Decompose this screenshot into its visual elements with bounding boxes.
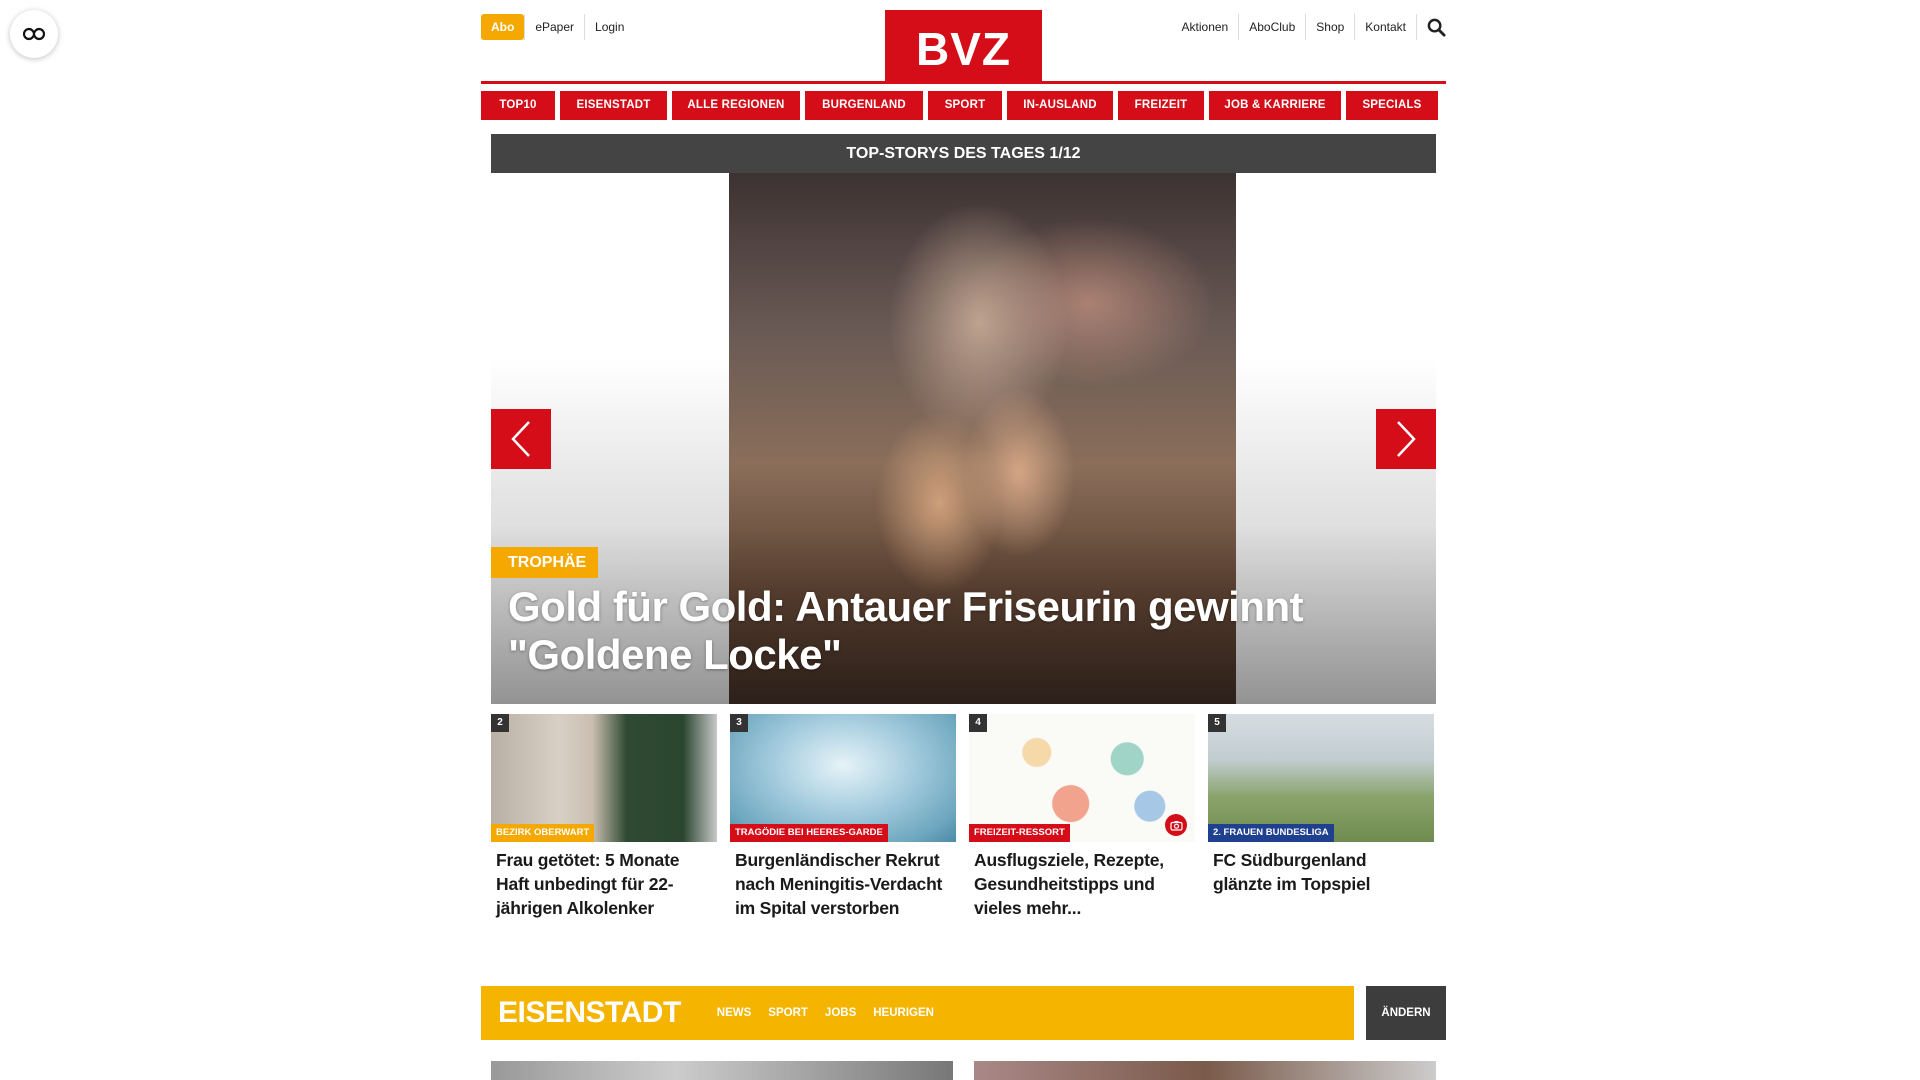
story-number: 2 bbox=[491, 714, 509, 732]
nav-item-burgenland[interactable]: BURGENLAND bbox=[805, 91, 923, 120]
story-category-tag: BEZIRK OBERWART bbox=[491, 824, 595, 842]
aktionen-link[interactable]: Aktionen bbox=[1172, 14, 1239, 40]
infinity-icon bbox=[23, 27, 45, 41]
page-wrapper: Abo ePaper Login BVZ Aktionen AboClub Sh… bbox=[481, 0, 1446, 1080]
utility-left: Abo ePaper Login bbox=[481, 14, 634, 40]
utility-right: Aktionen AboClub Shop Kontakt bbox=[1172, 14, 1446, 40]
nav-item-in-ausland[interactable]: IN-AUSLAND bbox=[1007, 91, 1113, 120]
story-title[interactable]: Burgenländischer Rekrut nach Meningitis-… bbox=[730, 842, 956, 920]
story-card[interactable]: 5 2. FRAUEN BUNDESLIGA FC Südburgenland … bbox=[1208, 714, 1434, 920]
story-title[interactable]: Ausflugsziele, Rezepte, Gesundheitstipps… bbox=[969, 842, 1195, 920]
slider-next-button[interactable] bbox=[1376, 409, 1436, 469]
login-link[interactable]: Login bbox=[584, 14, 634, 40]
change-region-button[interactable]: ÄNDERN bbox=[1366, 986, 1446, 1040]
story-image[interactable]: 2 BEZIRK OBERWART bbox=[491, 714, 717, 842]
nav-item-specials[interactable]: SPECIALS bbox=[1346, 91, 1438, 120]
nav-item-eisenstadt[interactable]: EISENSTADT bbox=[560, 91, 667, 120]
nav-item-sport[interactable]: SPORT bbox=[928, 91, 1002, 120]
story-card[interactable]: 2 BEZIRK OBERWART Frau getötet: 5 Monate… bbox=[491, 714, 717, 920]
story-card[interactable]: 4 FREIZEIT-RESSORT Ausflugsziele, Rezept… bbox=[969, 714, 1195, 920]
region-link-heurigen[interactable]: HEURIGEN bbox=[873, 1007, 934, 1019]
story-image[interactable]: 4 FREIZEIT-RESSORT bbox=[969, 714, 1195, 842]
search-button[interactable] bbox=[1416, 14, 1446, 40]
hero-headline[interactable]: Gold für Gold: Antauer Friseurin gewinnt… bbox=[508, 583, 1408, 679]
article-image[interactable] bbox=[974, 1061, 1436, 1080]
region-bar: EISENSTADT NEWS SPORT JOBS HEURIGEN bbox=[481, 986, 1354, 1040]
story-cards: 2 BEZIRK OBERWART Frau getötet: 5 Monate… bbox=[491, 714, 1436, 920]
chevron-left-icon bbox=[511, 421, 530, 457]
story-title[interactable]: FC Südburgenland glänzte im Topspiel bbox=[1208, 842, 1434, 896]
shop-link[interactable]: Shop bbox=[1305, 14, 1354, 40]
top-stories-heading: TOP-STORYS DES TAGES 1/12 bbox=[491, 134, 1436, 173]
hero-category-badge: TROPHÄE bbox=[491, 547, 599, 578]
aboclub-link[interactable]: AboClub bbox=[1238, 14, 1305, 40]
epaper-link[interactable]: ePaper bbox=[524, 14, 584, 40]
accessibility-button[interactable] bbox=[10, 10, 58, 58]
story-category-tag: FREIZEIT-RESSORT bbox=[969, 824, 1070, 842]
region-title[interactable]: EISENSTADT bbox=[481, 996, 681, 1030]
region-link-news[interactable]: NEWS bbox=[717, 1007, 752, 1019]
chevron-right-icon bbox=[1397, 421, 1416, 457]
utility-header: Abo ePaper Login BVZ Aktionen AboClub Sh… bbox=[481, 0, 1446, 84]
story-category-tag: 2. FRAUEN BUNDESLIGA bbox=[1208, 824, 1334, 842]
story-number: 5 bbox=[1208, 714, 1226, 732]
story-card[interactable]: 3 TRAGÖDIE BEI HEERES-GARDE Burgenländis… bbox=[730, 714, 956, 920]
slider-prev-button[interactable] bbox=[491, 409, 551, 469]
kontakt-link[interactable]: Kontakt bbox=[1354, 14, 1416, 40]
story-category-tag: TRAGÖDIE BEI HEERES-GARDE bbox=[730, 824, 888, 842]
story-image[interactable]: 3 TRAGÖDIE BEI HEERES-GARDE bbox=[730, 714, 956, 842]
bvz-logo[interactable]: BVZ bbox=[885, 10, 1042, 84]
story-number: 4 bbox=[969, 714, 987, 732]
nav-item-alle-regionen[interactable]: ALLE REGIONEN bbox=[672, 91, 800, 120]
story-image[interactable]: 5 2. FRAUEN BUNDESLIGA bbox=[1208, 714, 1434, 842]
abo-button[interactable]: Abo bbox=[481, 14, 525, 40]
article-image[interactable] bbox=[491, 1061, 953, 1080]
story-number: 3 bbox=[730, 714, 748, 732]
story-title[interactable]: Frau getötet: 5 Monate Haft unbedingt fü… bbox=[491, 842, 717, 920]
hero-slider[interactable]: TROPHÄE Gold für Gold: Antauer Friseurin… bbox=[491, 173, 1436, 704]
nav-item-top10[interactable]: TOP10 bbox=[481, 91, 555, 120]
camera-icon bbox=[1165, 814, 1187, 836]
main-nav: TOP10 EISENSTADT ALLE REGIONEN BURGENLAN… bbox=[481, 91, 1446, 120]
search-icon bbox=[1427, 18, 1446, 37]
nav-item-freizeit[interactable]: FREIZEIT bbox=[1118, 91, 1204, 120]
region-link-sport[interactable]: SPORT bbox=[768, 1007, 808, 1019]
region-link-jobs[interactable]: JOBS bbox=[825, 1007, 856, 1019]
nav-item-job-karriere[interactable]: JOB & KARRIERE bbox=[1209, 91, 1341, 120]
